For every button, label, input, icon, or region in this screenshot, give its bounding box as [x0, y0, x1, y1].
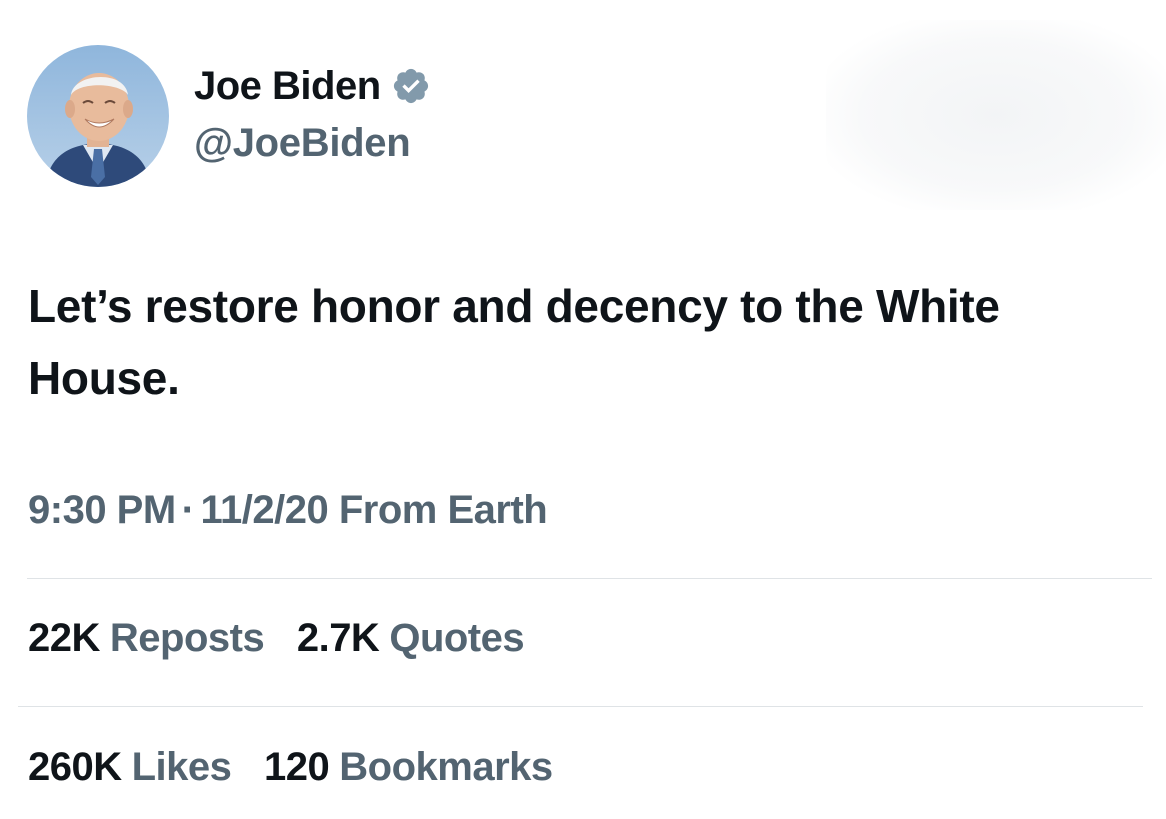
user-names: Joe Biden @JoeBiden [194, 56, 431, 176]
verified-badge-icon[interactable] [391, 66, 431, 106]
tweet-time[interactable]: 9:30 PM [28, 488, 176, 532]
reposts-stat[interactable]: 22K Reposts [28, 616, 265, 661]
likes-label: Likes [131, 745, 232, 789]
display-name[interactable]: Joe Biden [194, 64, 381, 109]
tweet-card: Joe Biden @JoeBiden Let’s restore honor … [0, 0, 1166, 819]
tweet-text: Let’s restore honor and decency to the W… [28, 280, 1000, 404]
display-name-row: Joe Biden [194, 56, 431, 116]
tweet-meta: 9:30 PM · 11/2/20 From Earth [28, 488, 548, 533]
quotes-count: 2.7K [296, 616, 380, 660]
divider-top [27, 578, 1152, 579]
likes-stat[interactable]: 260K Likes [28, 745, 232, 790]
reposts-count: 22K [28, 616, 100, 660]
bookmarks-stat[interactable]: 120 Bookmarks [264, 745, 553, 790]
reposts-label: Reposts [109, 616, 265, 660]
stats-row-2: 260K Likes 120 Bookmarks [28, 745, 575, 790]
tweet-date[interactable]: 11/2/20 [201, 488, 329, 532]
tweet-header: Joe Biden @JoeBiden [27, 45, 431, 187]
avatar[interactable] [27, 45, 169, 187]
user-handle[interactable]: @JoeBiden [194, 116, 431, 176]
stats-row-1: 22K Reposts 2.7K Quotes [28, 616, 546, 661]
blurred-region [826, 20, 1166, 210]
meta-separator: · [181, 488, 195, 532]
divider-bottom [18, 706, 1143, 707]
avatar-image [27, 45, 169, 187]
quotes-label: Quotes [389, 616, 525, 660]
bookmarks-label: Bookmarks [339, 745, 553, 789]
quotes-stat[interactable]: 2.7K Quotes [296, 616, 525, 661]
likes-count: 260K [28, 745, 122, 789]
bookmarks-count: 120 [264, 745, 330, 789]
tweet-source: From Earth [338, 488, 548, 532]
